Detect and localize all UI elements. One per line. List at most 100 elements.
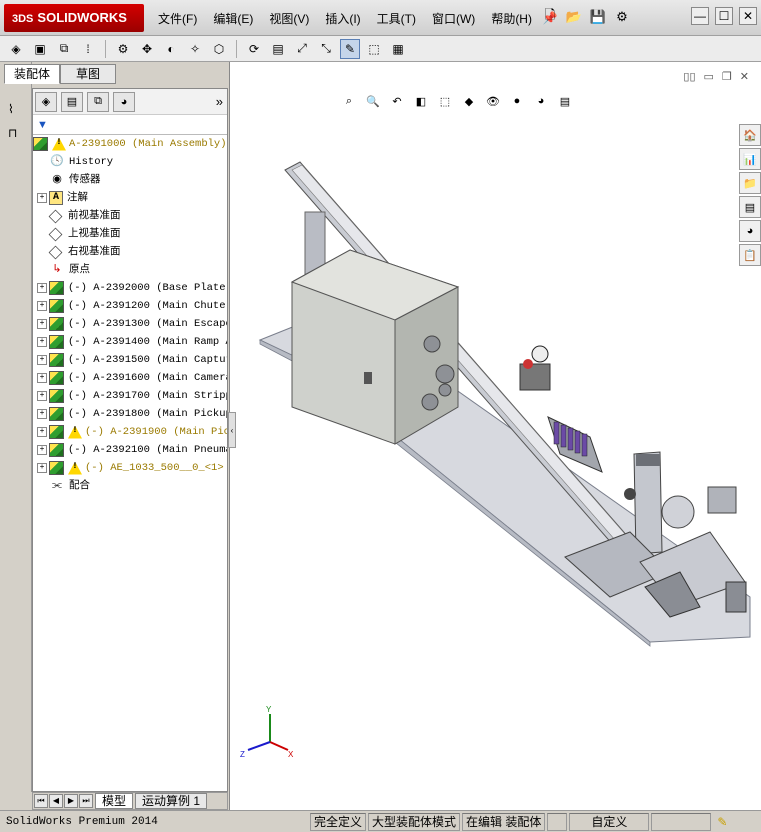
expand-icon[interactable]: + (37, 373, 47, 383)
expand-icon[interactable]: + (37, 319, 47, 329)
cable-gland (438, 383, 452, 397)
tree-item-sensors[interactable]: ◉ 传感器 (33, 171, 227, 189)
menu-window[interactable]: 窗口(W) (424, 10, 483, 27)
tree-item-component-warning[interactable]: +! (-) AE_1033_500__0_<1> (33, 459, 227, 477)
expand-icon[interactable]: + (37, 445, 47, 455)
configuration-manager-icon[interactable]: ⧉ (87, 91, 109, 112)
tree-item-front-plane[interactable]: 前视基准面 (33, 207, 227, 225)
expand-icon[interactable]: + (37, 355, 47, 365)
save-icon[interactable]: 💾 (588, 7, 608, 27)
menu-tools[interactable]: 工具(T) (369, 10, 424, 27)
status-large-assembly-mode[interactable]: 大型装配体模式 (368, 812, 461, 831)
move-component-icon[interactable]: ✥ (137, 39, 157, 59)
tree-item-component[interactable]: + (-) A-2391600 (Main Camera (33, 369, 227, 387)
expand-icon[interactable]: + (37, 463, 47, 473)
first-tab-icon[interactable]: ⏮ (34, 794, 48, 808)
history-icon: 🕓 (50, 156, 64, 168)
assembly-model-view[interactable]: Y X Z (230, 62, 761, 810)
warning-icon: ! (68, 425, 82, 439)
solidworks-logo[interactable]: 3DS SOLIDWORKS (4, 4, 144, 32)
tree-item-component[interactable]: + (-) A-2391200 (Main Chute (33, 297, 227, 315)
expand-icon[interactable]: + (37, 193, 47, 203)
tree-item-component[interactable]: + (-) A-2391500 (Main Captur (33, 351, 227, 369)
mate-icon[interactable]: ⧉ (54, 39, 74, 59)
feature-manager: ◈ ▤ ⧉ ◕ » ▼ ! A-2391000 (Main Assembly) 🕓… (32, 88, 228, 792)
tab-motion-study[interactable]: 运动算例 1 (135, 793, 208, 809)
tab-assembly[interactable]: 装配体 (4, 64, 60, 84)
tree-item-right-plane[interactable]: 右视基准面 (33, 243, 227, 261)
svg-text:Z: Z (240, 750, 245, 759)
bill-of-materials-icon[interactable]: ▤ (268, 39, 288, 59)
open-folder-icon[interactable]: 📂 (564, 7, 584, 27)
tree-item-history[interactable]: 🕓 History (33, 153, 227, 171)
subassembly-icon (49, 299, 64, 313)
smart-dimension-icon[interactable]: ⊓ (8, 126, 17, 140)
tree-item-component[interactable]: + (-) A-2391800 (Main Pickup (33, 405, 227, 423)
expand-icon[interactable]: + (37, 301, 47, 311)
speedpak-icon[interactable]: ⬚ (364, 39, 384, 59)
new-document-icon[interactable]: 🗋 (540, 7, 560, 27)
expand-icon[interactable]: + (37, 283, 47, 293)
tree-item-component[interactable]: + (-) A-2391300 (Main Escape (33, 315, 227, 333)
tree-item-component[interactable]: + (-) A-2392100 (Main Pneuma (33, 441, 227, 459)
expand-icon[interactable]: + (37, 409, 47, 419)
options-icon[interactable]: ⚙ (612, 7, 632, 27)
new-motion-study-icon[interactable]: ⟳ (244, 39, 264, 59)
insert-component-icon[interactable]: ▣ (30, 39, 50, 59)
tree-item-top-plane[interactable]: 上视基准面 (33, 225, 227, 243)
prev-tab-icon[interactable]: ◀ (49, 794, 63, 808)
tab-model[interactable]: 模型 (95, 793, 134, 809)
expand-icon[interactable]: + (37, 337, 47, 347)
component-icon[interactable]: ◈ (6, 39, 26, 59)
cable-gland (435, 364, 455, 384)
side-bracket (725, 581, 747, 613)
property-manager-icon[interactable]: ▤ (61, 91, 83, 112)
tab-sketch[interactable]: 草图 (60, 64, 116, 84)
snapshot-icon[interactable]: ▦ (388, 39, 408, 59)
explode-line-icon[interactable]: ⤡ (316, 39, 336, 59)
display-manager-icon[interactable]: ◕ (113, 91, 135, 112)
command-manager-tabs: 装配体 草图 (4, 64, 116, 84)
menu-edit[interactable]: 编辑(E) (205, 10, 261, 27)
tree-item-annotations[interactable]: + A 注解 (33, 189, 227, 207)
smart-fasteners-icon[interactable]: ⚙ (113, 39, 133, 59)
next-tab-icon[interactable]: ▶ (64, 794, 78, 808)
graphics-area[interactable]: ▯▯ ▭ ❐ ✕ ⌕ 🔍 ↶ ◧ ⬚ ◆ 👁 ● ◕ ▤ 🏠 📊 📁 ▤ ◕ 📋… (228, 62, 761, 810)
last-tab-icon[interactable]: ⏭ (79, 794, 93, 808)
reference-geometry-icon[interactable]: ⬡ (209, 39, 229, 59)
tree-item-component-warning[interactable]: +! (-) A-2391900 (Main Pic (33, 423, 227, 441)
tree-root[interactable]: ! A-2391000 (Main Assembly) (33, 135, 227, 153)
menu-insert[interactable]: 插入(I) (317, 10, 368, 27)
subassembly-icon (49, 371, 64, 385)
warning-icon: ! (52, 137, 66, 151)
menu-view[interactable]: 视图(V) (261, 10, 317, 27)
rebuild-icon[interactable]: ✎ (717, 815, 727, 829)
tree-item-mates[interactable]: ⫘ 配合 (33, 477, 227, 495)
close-button[interactable]: ✕ (739, 7, 757, 25)
assembly-features-icon[interactable]: ✧ (185, 39, 205, 59)
tree-item-origin[interactable]: ↳ 原点 (33, 261, 227, 279)
linear-pattern-icon[interactable]: ⁞ (78, 39, 98, 59)
tree-item-component[interactable]: + (-) A-2392000 (Base Plate (33, 279, 227, 297)
menu-help[interactable]: 帮助(H) (483, 10, 540, 27)
maximize-button[interactable]: ☐ (715, 7, 733, 25)
status-units[interactable]: 自定义 (569, 812, 650, 831)
exploded-view-icon[interactable]: ⤢ (292, 39, 312, 59)
tree-item-component[interactable]: + (-) A-2391400 (Main Ramp A (33, 333, 227, 351)
filter-icon[interactable]: ▼ (37, 119, 48, 131)
tree-item-component[interactable]: + (-) A-2391700 (Main Stripp (33, 387, 227, 405)
menu-file[interactable]: 文件(F) (150, 10, 205, 27)
show-hidden-icon[interactable]: ◐ (161, 39, 181, 59)
feature-tree-icon[interactable]: ◈ (35, 91, 57, 112)
minimize-button[interactable]: — (691, 7, 709, 25)
window-controls: — ☐ ✕ (691, 7, 757, 25)
air-regulator (519, 363, 551, 391)
filter-bar[interactable]: ▼ (33, 115, 227, 135)
expand-icon[interactable]: + (37, 391, 47, 401)
expand-panel-icon[interactable]: » (216, 94, 223, 109)
instant3d-icon[interactable]: ✎ (340, 38, 360, 59)
subassembly-icon (49, 425, 64, 439)
expand-icon[interactable]: + (37, 427, 47, 437)
sketch-tool-icon[interactable]: ⌇ (8, 102, 14, 116)
quick-access-toolbar: 🗋 📂 💾 ⚙ (540, 7, 632, 27)
